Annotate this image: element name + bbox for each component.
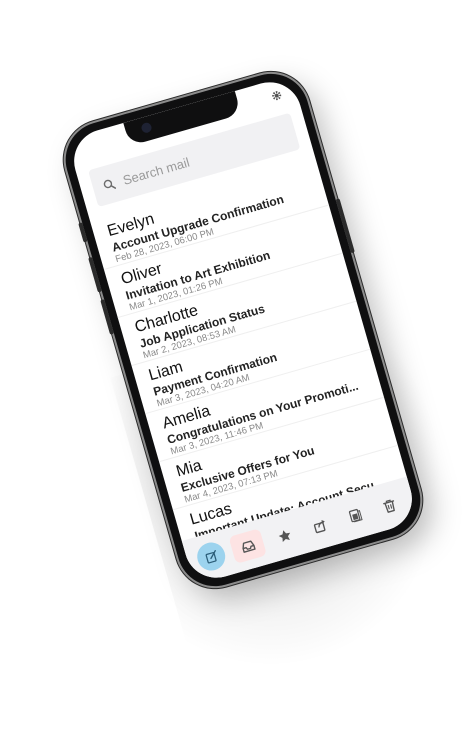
archive-icon (348, 508, 363, 522)
trash-icon (383, 498, 396, 513)
search-icon (103, 179, 116, 189)
compose-button[interactable] (194, 539, 229, 574)
share-icon (313, 519, 325, 533)
mute-switch (78, 222, 88, 243)
delete-button[interactable] (372, 488, 407, 523)
gear-icon[interactable] (269, 88, 284, 103)
search-input[interactable]: Search mail (121, 154, 191, 187)
share-button[interactable] (303, 508, 338, 543)
phone-screen: Search mail Evelyn Account Upgrade Confi… (66, 74, 420, 586)
volume-up-button (88, 256, 102, 293)
archive-button[interactable] (338, 498, 373, 533)
camera-icon (140, 121, 153, 134)
star-icon (278, 529, 291, 542)
inbox-icon (242, 540, 256, 553)
volume-down-button (100, 299, 115, 335)
inbox-button[interactable] (228, 528, 268, 564)
star-button[interactable] (268, 518, 303, 553)
compose-icon (205, 549, 217, 564)
